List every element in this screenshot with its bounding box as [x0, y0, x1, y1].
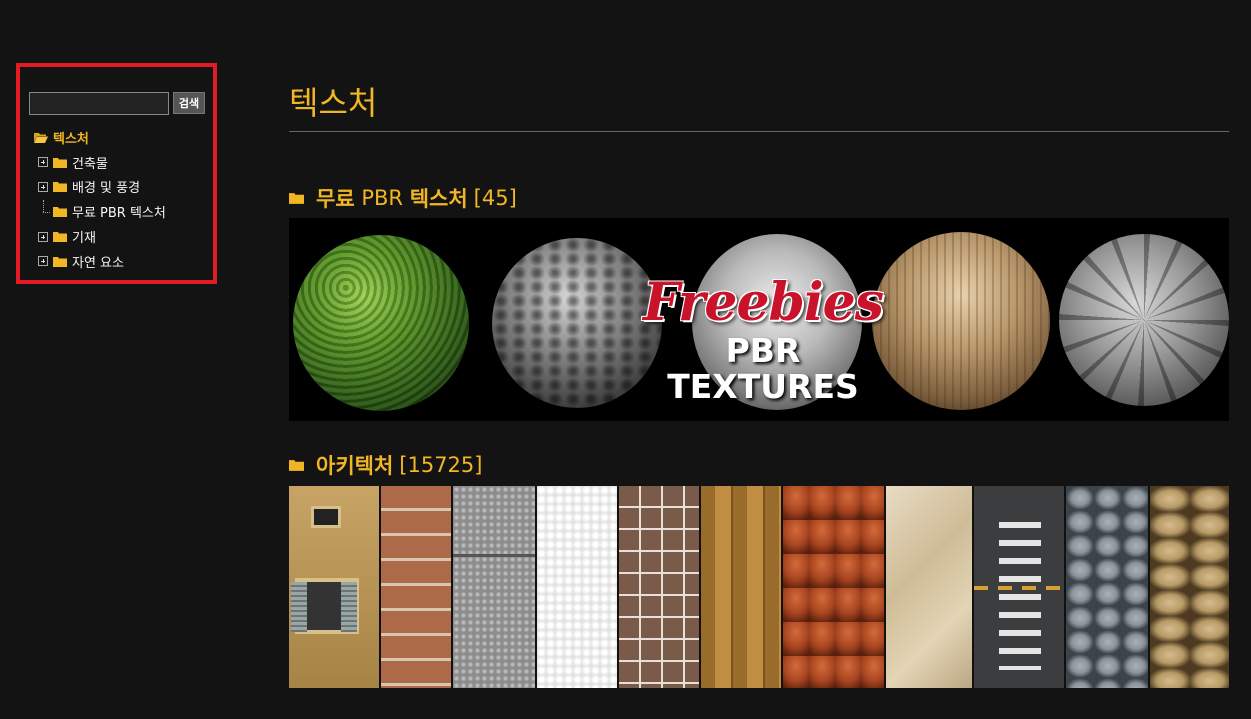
logo-top-text: Freebies: [642, 272, 884, 333]
freebies-logo: Freebies PBR TEXTURES: [639, 274, 887, 406]
tree-item-label: 건축물: [72, 156, 108, 172]
category-tree-panel: 검색 텍스처 건축물 배경 및 풍경 무료 PBR 텍스처 기재 자연 요소: [16, 63, 217, 284]
tree-item-label: 기재: [72, 231, 96, 247]
shutter-shape: [341, 582, 357, 632]
logo-bottom-text: PBR TEXTURES: [667, 331, 859, 407]
folder-icon: [289, 192, 304, 204]
folder-icon: [53, 206, 67, 218]
folder-icon: [53, 181, 67, 193]
texture-marble: [886, 486, 974, 688]
tree-item-materials[interactable]: 기재: [20, 224, 213, 249]
texture-sphere-pebbles: [492, 238, 662, 408]
tree-root-label: 텍스처: [53, 131, 89, 147]
page-title: 텍스처: [289, 84, 378, 122]
section-count: [45]: [473, 186, 517, 210]
shutter-shape: [291, 582, 307, 632]
section-header-architecture[interactable]: 아키텍처 [15725]: [289, 450, 482, 480]
section-count: [15725]: [399, 453, 483, 477]
category-tree: 텍스처 건축물 배경 및 풍경 무료 PBR 텍스처 기재 자연 요소: [20, 125, 213, 274]
free-pbr-banner[interactable]: Freebies PBR TEXTURES: [289, 218, 1229, 421]
section-title: 아키텍처: [316, 454, 394, 478]
expand-icon[interactable]: [38, 256, 48, 267]
texture-sphere-wood: [872, 232, 1050, 410]
texture-sphere-tiles: [1059, 234, 1229, 406]
expand-icon[interactable]: [38, 231, 48, 242]
folder-icon: [289, 459, 304, 471]
texture-crosswalk: [974, 486, 1066, 688]
folder-icon: [53, 157, 67, 168]
expand-icon[interactable]: [38, 181, 48, 192]
tree-item-nature[interactable]: 자연 요소: [20, 249, 213, 274]
search-input[interactable]: [29, 92, 169, 115]
texture-mosaic-tiles: [619, 486, 701, 688]
window-shape: [311, 506, 341, 528]
texture-cobblestone: [1066, 486, 1150, 688]
search-row: 검색: [29, 92, 205, 115]
title-divider: [289, 131, 1229, 132]
section-title-suffix: 텍스처: [409, 187, 468, 211]
tree-item-free-pbr[interactable]: 무료 PBR 텍스처: [20, 199, 213, 224]
section-title-prefix: 무료: [316, 187, 355, 211]
section-title-middle: PBR: [361, 186, 403, 210]
tree-item-architecture[interactable]: 건축물: [20, 150, 213, 175]
tree-root-textures[interactable]: 텍스처: [20, 125, 213, 150]
texture-stone-wall: [1150, 486, 1229, 688]
expand-icon[interactable]: [38, 157, 48, 168]
texture-brick: [381, 486, 453, 688]
section-header-free-pbr[interactable]: 무료 PBR 텍스처 [45]: [289, 183, 517, 213]
folder-icon: [53, 231, 67, 243]
tree-item-label: 무료 PBR 텍스처: [72, 206, 166, 222]
tree-item-label: 자연 요소: [72, 255, 124, 271]
tree-connector: [38, 199, 50, 224]
search-button[interactable]: 검색: [173, 92, 205, 114]
architecture-banner[interactable]: [289, 486, 1229, 688]
texture-concrete: [453, 486, 537, 688]
folder-open-icon: [34, 132, 48, 143]
texture-roof-tiles: [783, 486, 886, 688]
texture-wood-planks: [701, 486, 783, 688]
folder-icon: [53, 256, 67, 267]
tree-item-label: 배경 및 풍경: [72, 181, 141, 197]
texture-facade: [289, 486, 381, 688]
texture-sphere-foliage: [293, 235, 469, 411]
texture-plaster: [537, 486, 619, 688]
tree-item-backgrounds[interactable]: 배경 및 풍경: [20, 175, 213, 200]
